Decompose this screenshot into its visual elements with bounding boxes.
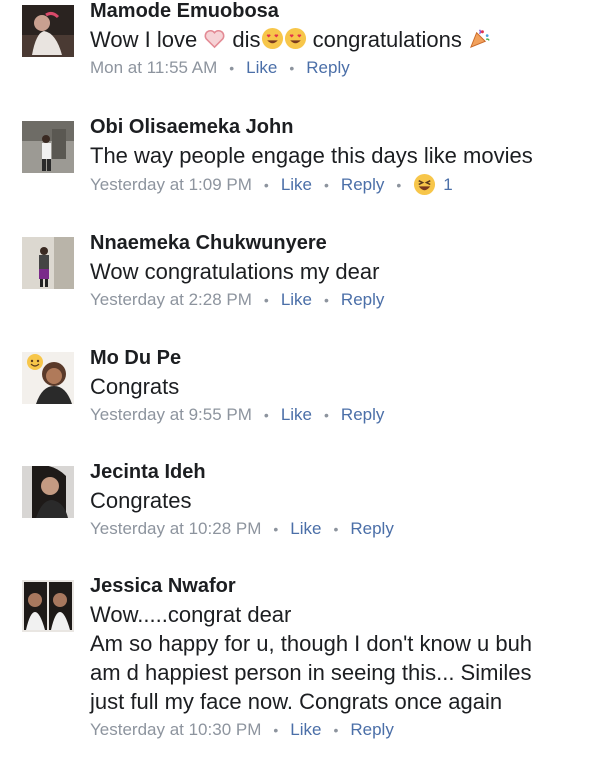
separator-dot: • <box>324 176 329 193</box>
separator-dot: • <box>229 60 235 76</box>
avatar[interactable] <box>22 466 74 518</box>
comment-text: Wow I love dis congratulations <box>90 25 590 54</box>
comment-text: Wow congratulations my dear <box>90 259 380 284</box>
heart-icon <box>204 30 225 49</box>
comment-meta: Yesterday at 10:30 PM • Like • Reply <box>90 719 590 741</box>
like-link[interactable]: Like <box>281 404 312 426</box>
party-popper-icon <box>470 29 490 48</box>
comment-text-line: Am so happy for u, though I don't know u… <box>90 631 533 656</box>
separator-dot: • <box>263 407 269 423</box>
reaction-summary[interactable]: 1 <box>413 173 453 196</box>
comment-text: The way people engage this days like mov… <box>90 143 533 168</box>
like-link[interactable]: Like <box>281 174 312 196</box>
reply-link[interactable]: Reply <box>341 404 384 426</box>
like-link[interactable]: Like <box>290 518 321 540</box>
reply-link[interactable]: Reply <box>350 518 393 540</box>
timestamp[interactable]: Yesterday at 9:55 PM <box>90 404 252 426</box>
comment-text-line: am d happiest person in seeing this... S… <box>90 660 532 685</box>
comment-meta: Yesterday at 9:55 PM • Like • Reply <box>90 404 590 426</box>
comment-text: Congrats <box>90 374 180 399</box>
comment-text-part: dis <box>226 27 261 52</box>
comment-text-part: Wow I love <box>90 27 204 52</box>
comment-text-line: Wow.....congrat dear <box>90 602 292 627</box>
separator-dot: • <box>263 292 269 308</box>
avatar[interactable] <box>22 5 74 57</box>
commenter-name[interactable]: Jessica Nwafor <box>90 572 590 600</box>
reply-link[interactable]: Reply <box>350 719 393 741</box>
timestamp[interactable]: Yesterday at 10:28 PM <box>90 518 261 540</box>
comment-meta: Mon at 11:55 AM • Like • Reply <box>90 57 590 79</box>
timestamp[interactable]: Yesterday at 10:30 PM <box>90 719 261 741</box>
separator-dot: • <box>396 176 402 193</box>
commenter-name[interactable]: Mamode Emuobosa <box>90 0 590 25</box>
separator-dot: • <box>324 292 329 308</box>
commenter-name[interactable]: Jecinta Ideh <box>90 458 590 486</box>
commenter-name[interactable]: Obi Olisaemeka John <box>90 113 590 141</box>
heart-eyes-icon <box>261 27 283 50</box>
comment-meta: Yesterday at 10:28 PM • Like • Reply <box>90 518 590 540</box>
laughing-icon <box>414 173 436 196</box>
timestamp[interactable]: Yesterday at 2:28 PM <box>90 289 252 311</box>
separator-dot: • <box>333 521 339 537</box>
comment-meta: Yesterday at 1:09 PM • Like • Reply • 1 <box>90 173 590 196</box>
reply-link[interactable]: Reply <box>341 174 384 196</box>
like-link[interactable]: Like <box>290 719 321 741</box>
separator-dot: • <box>333 722 339 738</box>
reply-link[interactable]: Reply <box>341 289 384 311</box>
comment-text-part: congratulations <box>306 27 468 52</box>
reply-link[interactable]: Reply <box>306 57 349 79</box>
avatar[interactable] <box>22 580 74 632</box>
avatar[interactable] <box>22 352 74 404</box>
comment-meta: Yesterday at 2:28 PM • Like • Reply <box>90 289 590 311</box>
commenter-name[interactable]: Mo Du Pe <box>90 344 590 372</box>
timestamp[interactable]: Mon at 11:55 AM <box>90 57 217 79</box>
reaction-count: 1 <box>443 174 453 194</box>
avatar[interactable] <box>22 121 74 173</box>
like-link[interactable]: Like <box>246 57 277 79</box>
separator-dot: • <box>273 521 279 537</box>
separator-dot: • <box>289 60 295 76</box>
separator-dot: • <box>273 722 279 738</box>
comment-text: Wow.....congrat dear Am so happy for u, … <box>90 600 590 716</box>
comment-text: Congrates <box>90 488 192 513</box>
comment-text-line: just full my face now. Congrats once aga… <box>90 689 503 714</box>
separator-dot: • <box>263 176 269 193</box>
separator-dot: • <box>324 407 329 423</box>
heart-eyes-icon <box>284 27 306 50</box>
avatar[interactable] <box>22 237 74 289</box>
timestamp[interactable]: Yesterday at 1:09 PM <box>90 174 252 196</box>
like-link[interactable]: Like <box>281 289 312 311</box>
commenter-name[interactable]: Nnaemeka Chukwunyere <box>90 229 590 257</box>
